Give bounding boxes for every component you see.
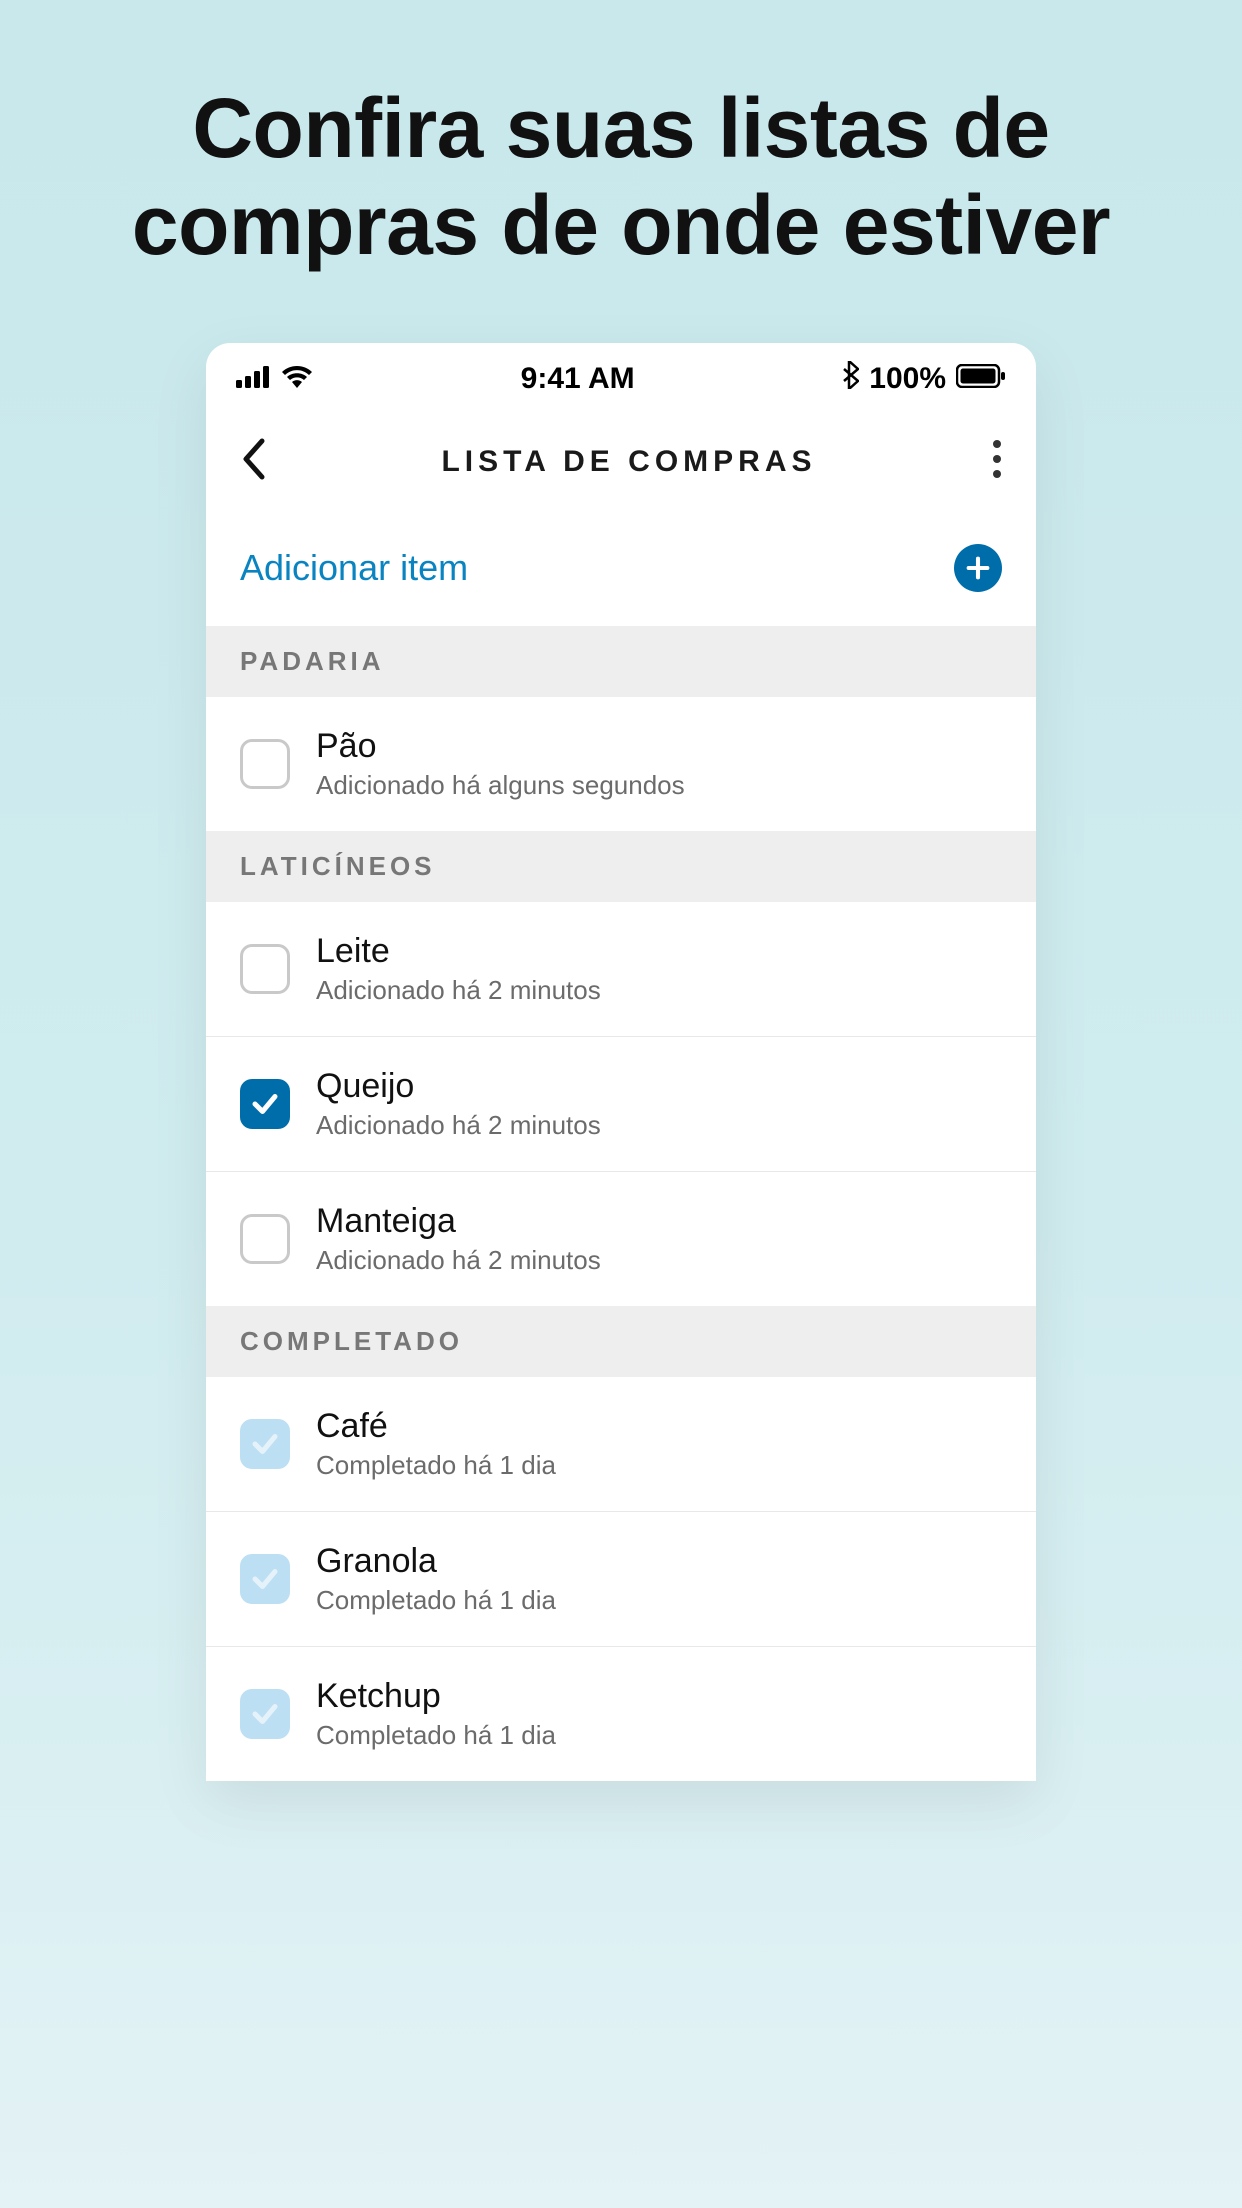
bluetooth-icon: [841, 361, 859, 397]
nav-bar: LISTA DE COMPRAS: [206, 407, 1036, 526]
list-item[interactable]: Pão Adicionado há alguns segundos: [206, 697, 1036, 831]
list-item[interactable]: Café Completado há 1 dia: [206, 1377, 1036, 1512]
promo-headline: Confira suas listas de compras de onde e…: [0, 0, 1242, 273]
item-title: Leite: [316, 932, 601, 971]
item-checkbox[interactable]: [240, 1689, 290, 1739]
status-time: 9:41 AM: [521, 362, 635, 396]
device-frame: 9:41 AM 100% LISTA DE COMPRAS Adicionar …: [206, 343, 1036, 1781]
section-header: PADARIA: [206, 626, 1036, 697]
add-item-button[interactable]: [954, 544, 1002, 592]
list-item[interactable]: Granola Completado há 1 dia: [206, 1512, 1036, 1647]
add-item-row[interactable]: Adicionar item: [206, 526, 1036, 626]
item-checkbox[interactable]: [240, 1079, 290, 1129]
section-header: LATICÍNEOS: [206, 831, 1036, 902]
item-subtitle: Completado há 1 dia: [316, 1585, 556, 1616]
item-title: Granola: [316, 1542, 556, 1581]
back-button[interactable]: [240, 437, 266, 486]
page-title: LISTA DE COMPRAS: [266, 445, 992, 479]
more-menu-button[interactable]: [992, 439, 1002, 484]
item-checkbox[interactable]: [240, 1214, 290, 1264]
list-item[interactable]: Leite Adicionado há 2 minutos: [206, 902, 1036, 1037]
list-item[interactable]: Manteiga Adicionado há 2 minutos: [206, 1172, 1036, 1306]
list-item[interactable]: Ketchup Completado há 1 dia: [206, 1647, 1036, 1781]
check-icon: [250, 1564, 280, 1594]
item-subtitle: Completado há 1 dia: [316, 1720, 556, 1751]
battery-percent: 100%: [869, 362, 946, 396]
plus-icon: [964, 554, 992, 582]
check-icon: [250, 1699, 280, 1729]
item-subtitle: Adicionado há 2 minutos: [316, 1110, 601, 1141]
item-title: Queijo: [316, 1067, 601, 1106]
check-icon: [250, 1429, 280, 1459]
item-subtitle: Completado há 1 dia: [316, 1450, 556, 1481]
cellular-icon: [236, 362, 270, 396]
item-title: Café: [316, 1407, 556, 1446]
add-item-label: Adicionar item: [240, 547, 468, 589]
list-item[interactable]: Queijo Adicionado há 2 minutos: [206, 1037, 1036, 1172]
item-checkbox[interactable]: [240, 1554, 290, 1604]
wifi-icon: [280, 362, 314, 396]
item-title: Manteiga: [316, 1202, 601, 1241]
status-bar: 9:41 AM 100%: [206, 343, 1036, 407]
item-checkbox[interactable]: [240, 1419, 290, 1469]
item-checkbox[interactable]: [240, 739, 290, 789]
item-subtitle: Adicionado há alguns segundos: [316, 770, 685, 801]
section-header: COMPLETADO: [206, 1306, 1036, 1377]
item-subtitle: Adicionado há 2 minutos: [316, 1245, 601, 1276]
item-title: Pão: [316, 727, 685, 766]
item-title: Ketchup: [316, 1677, 556, 1716]
check-icon: [250, 1089, 280, 1119]
item-checkbox[interactable]: [240, 944, 290, 994]
item-subtitle: Adicionado há 2 minutos: [316, 975, 601, 1006]
battery-icon: [956, 362, 1006, 396]
